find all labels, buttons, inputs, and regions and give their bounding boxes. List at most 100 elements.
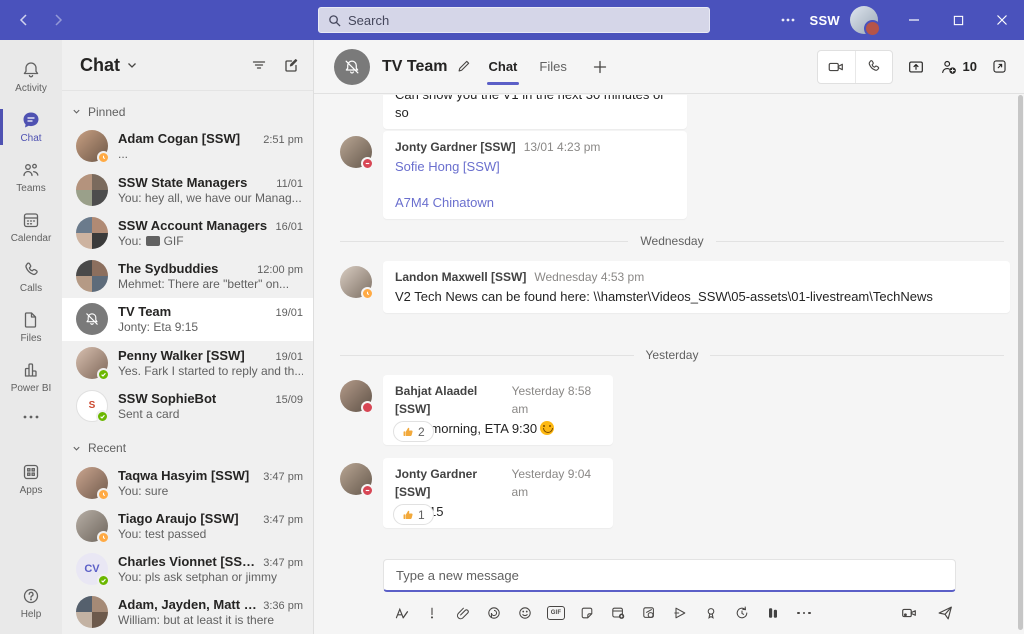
presence-away-icon xyxy=(97,488,110,501)
chat-name: SSW Account Managers xyxy=(118,218,267,233)
minimize-button[interactable] xyxy=(892,0,936,40)
send-icon[interactable] xyxy=(936,604,954,622)
chat-list-item[interactable]: Tiago Araujo [SSW]3:47 pm You: test pass… xyxy=(62,504,313,547)
importance-icon[interactable] xyxy=(423,604,441,622)
back-icon[interactable] xyxy=(12,8,36,32)
rail-item-powerbi[interactable]: Power BI xyxy=(0,352,62,402)
chevron-down-icon[interactable] xyxy=(126,59,138,71)
message-time: Yesterday 8:58 am xyxy=(512,382,601,418)
chat-time: 19/01 xyxy=(275,307,303,319)
chat-list-item[interactable]: Adam Cogan [SSW] 2:51 pm ... xyxy=(62,125,313,168)
scrollbar[interactable] xyxy=(1018,95,1023,630)
conversation-pane: TV Team Chat Files 10 xyxy=(314,40,1024,634)
divider-label: Yesterday xyxy=(646,348,699,362)
chat-list-item[interactable]: The Sydbuddies12:00 pm Mehmet: There are… xyxy=(62,254,313,297)
message-input[interactable] xyxy=(383,559,956,592)
chat-list-item-selected[interactable]: TV Team19/01 Jonty: Eta 9:15 xyxy=(62,298,313,341)
praise-icon[interactable] xyxy=(702,604,720,622)
maximize-button[interactable] xyxy=(936,0,980,40)
message: Landon Maxwell [SSW]Wednesday 4:53 pm V2… xyxy=(383,261,1010,313)
edit-name-icon[interactable] xyxy=(456,59,471,74)
titlebar-more-icon[interactable] xyxy=(773,18,803,22)
message-link[interactable]: A7M4 Chinatown xyxy=(395,194,675,212)
video-call-button[interactable] xyxy=(818,51,855,83)
chat-list-item[interactable]: S SSW SophieBot15/09 Sent a card xyxy=(62,384,313,427)
emoji-icon[interactable] xyxy=(516,604,534,622)
presence-away-icon xyxy=(97,531,110,544)
message-time: Yesterday 9:04 am xyxy=(511,465,601,501)
new-chat-icon[interactable] xyxy=(283,57,299,73)
message-scroll-area[interactable]: Can show you the V1 in the next 30 minut… xyxy=(314,95,1024,554)
muted-bell-icon xyxy=(334,49,370,85)
rail-item-help[interactable]: Help xyxy=(0,578,62,628)
org-name[interactable]: SSW xyxy=(809,13,840,28)
chevron-collapse-icon xyxy=(72,107,81,116)
message-time: 13/01 4:23 pm xyxy=(524,138,601,156)
chat-list-item[interactable]: SSW Account Managers16/01 You:GIF xyxy=(62,211,313,254)
chat-list-item[interactable]: SSW State Managers 11/01 You: hey all, we… xyxy=(62,168,313,211)
chat-time: 19/01 xyxy=(275,351,303,363)
chat-list-header: Chat xyxy=(62,40,313,91)
mention-link[interactable]: Sofie Hong [SSW] xyxy=(395,158,675,176)
updates-icon[interactable] xyxy=(733,604,751,622)
chat-list-item[interactable]: CV Charles Vionnet [SSW]3:47 pm You: pls… xyxy=(62,548,313,591)
chat-preview: Mehmet: There are "better" on... xyxy=(118,277,303,291)
chat-name: Tiago Araujo [SSW] xyxy=(118,511,239,526)
gif-icon[interactable]: GIF xyxy=(547,604,565,622)
stream-icon[interactable] xyxy=(671,604,689,622)
rail-item-calls[interactable]: Calls xyxy=(0,252,62,302)
tab-files[interactable]: Files xyxy=(539,40,566,94)
more-actions-icon[interactable] xyxy=(795,604,813,622)
add-tab-icon[interactable] xyxy=(593,60,607,74)
chat-list-item[interactable]: Adam, Jayden, Matt G, ...3:36 pm William… xyxy=(62,591,313,634)
section-recent[interactable]: Recent xyxy=(62,435,313,461)
rail-item-more[interactable] xyxy=(0,402,62,432)
initials-avatar: CV xyxy=(76,553,108,585)
chat-time: 2:51 pm xyxy=(263,134,303,146)
pop-out-chat-button[interactable] xyxy=(991,58,1008,75)
sticker-icon[interactable] xyxy=(578,604,596,622)
chat-preview: You: hey all, we have our Manag... xyxy=(118,191,303,205)
search-input[interactable]: Search xyxy=(318,7,710,33)
chat-name: SSW State Managers xyxy=(118,175,247,190)
section-pinned[interactable]: Pinned xyxy=(62,99,313,125)
reaction-chip[interactable]: 2 xyxy=(393,421,434,442)
rail-item-chat[interactable]: Chat xyxy=(0,102,62,152)
share-screen-button[interactable] xyxy=(907,58,925,76)
presence-available-icon xyxy=(97,368,110,381)
chat-list-item[interactable]: Penny Walker [SSW]19/01 Yes. Fark I star… xyxy=(62,341,313,384)
filter-icon[interactable] xyxy=(251,57,267,73)
forward-icon[interactable] xyxy=(46,8,70,32)
video-clip-icon[interactable] xyxy=(900,604,918,622)
reaction-chip[interactable]: 1 xyxy=(393,504,434,525)
message-bubble: Jonty Gardner [SSW]13/01 4:23 pm Sofie H… xyxy=(383,131,687,219)
chat-time: 11/01 xyxy=(276,178,303,190)
rail-label: Power BI xyxy=(11,383,52,394)
rail-item-activity[interactable]: Activity xyxy=(0,52,62,102)
avatar xyxy=(340,136,372,168)
format-icon[interactable] xyxy=(392,604,410,622)
chat-name: Adam Cogan [SSW] xyxy=(118,131,240,146)
close-button[interactable] xyxy=(980,0,1024,40)
add-participant-button[interactable]: 10 xyxy=(939,58,977,76)
approvals-icon[interactable] xyxy=(640,604,658,622)
viva-learning-icon[interactable] xyxy=(764,604,782,622)
audio-call-button[interactable] xyxy=(855,51,892,83)
muted-bell-icon xyxy=(76,303,108,335)
rail-item-files[interactable]: Files xyxy=(0,302,62,352)
chat-time: 12:00 pm xyxy=(257,264,303,276)
tab-chat[interactable]: Chat xyxy=(489,40,518,94)
avatar xyxy=(76,130,108,162)
message-bubble: Landon Maxwell [SSW]Wednesday 4:53 pm V2… xyxy=(383,261,1010,313)
teams-icon xyxy=(21,160,41,180)
rail-item-calendar[interactable]: Calendar xyxy=(0,202,62,252)
chat-list-item[interactable]: Taqwa Hasyim [SSW]3:47 pm You: sure xyxy=(62,461,313,504)
loop-component-icon[interactable] xyxy=(485,604,503,622)
rail-item-teams[interactable]: Teams xyxy=(0,152,62,202)
schedule-message-icon[interactable] xyxy=(609,604,627,622)
chat-list-panel: Chat Pinned Adam Cogan [SSW]2:51 pm ... … xyxy=(62,40,314,634)
chat-preview: ... xyxy=(118,147,303,161)
attach-icon[interactable] xyxy=(454,604,472,622)
user-avatar[interactable] xyxy=(850,6,878,34)
rail-item-apps[interactable]: Apps xyxy=(0,454,62,504)
